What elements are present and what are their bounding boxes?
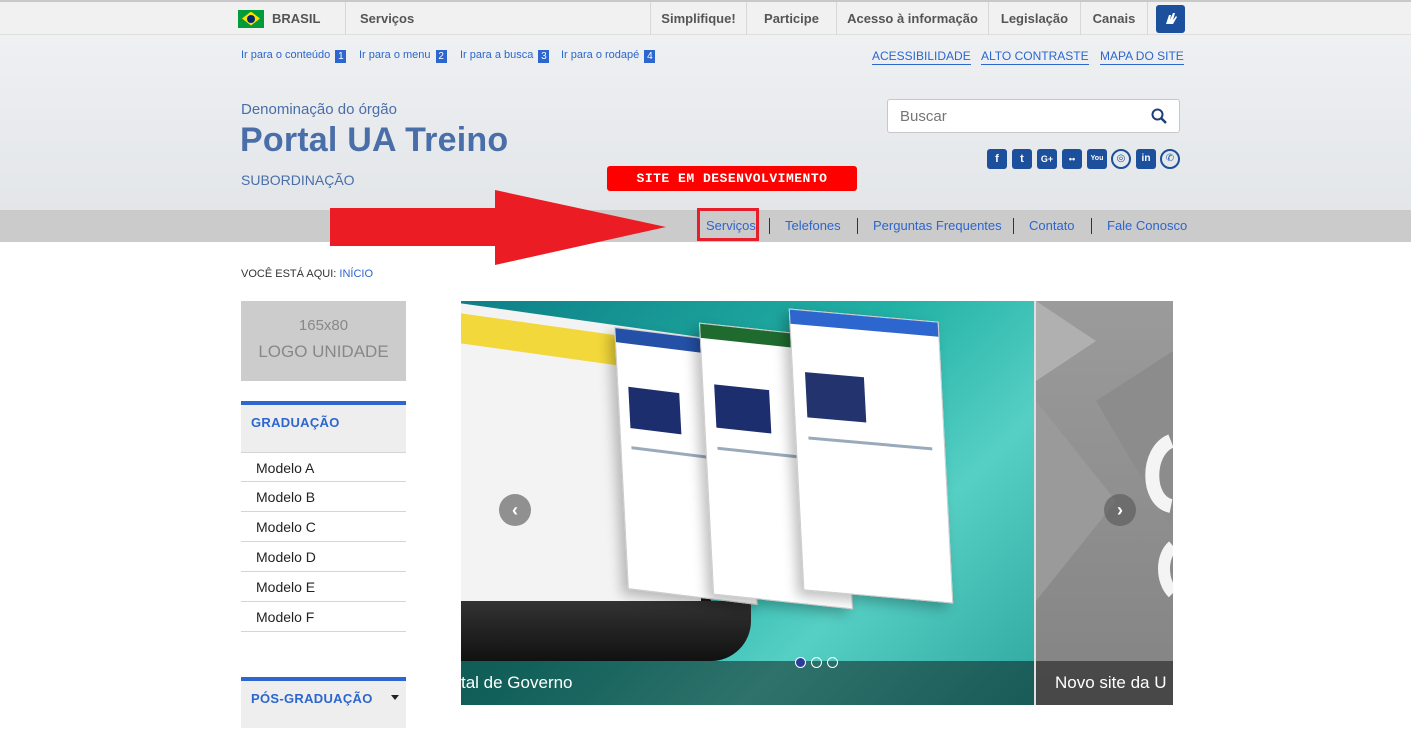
org-denomination: Denominação do órgão: [241, 101, 397, 118]
search-icon[interactable]: [1151, 108, 1167, 124]
servicos-gov-link[interactable]: Serviços: [360, 2, 420, 35]
acessibilidade-link[interactable]: ACESSIBILIDADE: [872, 49, 971, 65]
annotation-highlight-box: [697, 208, 759, 241]
brazil-flag-icon: [238, 9, 264, 28]
brasil-link[interactable]: BRASIL: [238, 2, 320, 35]
portal-title[interactable]: Portal UA Treino: [240, 121, 508, 160]
menu-section-title: PÓS-GRADUAÇÃO: [251, 691, 373, 706]
menu-section-pos-graduacao[interactable]: PÓS-GRADUAÇÃO: [241, 677, 406, 728]
divider: [769, 218, 770, 234]
brasil-label: BRASIL: [272, 11, 321, 26]
breadcrumb: VOCÊ ESTÁ AQUI: INÍCIO: [241, 268, 373, 280]
skip-link-number: 4: [644, 50, 656, 63]
menu-item-modelo-b[interactable]: Modelo B: [241, 482, 406, 512]
skip-link-label: Ir para o conteúdo: [241, 49, 331, 61]
skip-link-number: 1: [335, 50, 347, 63]
skip-link-number: 3: [538, 50, 550, 63]
facebook-icon[interactable]: f: [987, 149, 1007, 169]
carousel-dot-3[interactable]: [827, 657, 838, 668]
nav-telefones[interactable]: Telefones: [785, 210, 841, 242]
unit-logo-placeholder: 165x80 LOGO UNIDADE: [241, 301, 406, 381]
carousel-next-icon[interactable]: ›: [1104, 494, 1136, 526]
divider: [1147, 2, 1148, 35]
breadcrumb-prefix: VOCÊ ESTÁ AQUI:: [241, 268, 337, 280]
nav-perguntas-frequentes[interactable]: Perguntas Frequentes: [873, 210, 1002, 242]
caret-down-icon: [391, 695, 399, 700]
carousel-dot-1[interactable]: [795, 657, 806, 668]
site-header: Ir para o conteúdo 1 Ir para o menu 2 Ir…: [0, 35, 1411, 210]
vlibras-hands-icon[interactable]: [1156, 5, 1185, 33]
skip-to-search-link[interactable]: Ir para a busca 3: [460, 49, 550, 63]
menu-item-modelo-c[interactable]: Modelo C: [241, 512, 406, 542]
carousel-slide[interactable]: tal de Governo ‹: [461, 301, 1034, 705]
simplifique-link[interactable]: Simplifique!: [651, 2, 746, 35]
instagram-icon[interactable]: ◎: [1111, 149, 1131, 169]
menu-item-modelo-f[interactable]: Modelo F: [241, 602, 406, 632]
menu-item-modelo-d[interactable]: Modelo D: [241, 542, 406, 572]
nav-contato[interactable]: Contato: [1029, 210, 1075, 242]
whatsapp-icon[interactable]: ✆: [1160, 149, 1180, 169]
search-input[interactable]: [888, 100, 1138, 132]
menu-item-modelo-a[interactable]: Modelo A: [241, 452, 406, 482]
divider: [345, 2, 346, 35]
menu-section-title: GRADUAÇÃO: [251, 415, 340, 430]
acesso-informacao-link[interactable]: Acesso à informação: [837, 2, 988, 35]
skip-link-label: Ir para o rodapé: [561, 49, 640, 61]
twitter-icon[interactable]: t: [1012, 149, 1032, 169]
divider: [1091, 218, 1092, 234]
carousel-caption[interactable]: Novo site da U: [1036, 661, 1173, 705]
carousel-caption[interactable]: tal de Governo: [461, 661, 1034, 705]
divider: [857, 218, 858, 234]
skip-to-content-link[interactable]: Ir para o conteúdo 1: [241, 49, 347, 63]
linkedin-icon[interactable]: in: [1136, 149, 1156, 169]
skip-link-label: Ir para a busca: [460, 49, 534, 61]
divider: [1013, 218, 1014, 234]
logo-size-label: 165x80: [298, 317, 349, 334]
search-box: [887, 99, 1180, 133]
alto-contraste-link[interactable]: ALTO CONTRASTE: [981, 49, 1089, 65]
gov-top-bar: BRASIL Serviços Simplifique! Participe A…: [0, 0, 1411, 35]
org-subordination: SUBORDINAÇÃO: [241, 172, 355, 188]
logo-unit-label: LOGO UNIDADE: [258, 342, 389, 361]
breadcrumb-home-link[interactable]: INÍCIO: [339, 268, 373, 280]
mapa-do-site-link[interactable]: MAPA DO SITE: [1100, 49, 1184, 65]
participe-link[interactable]: Participe: [747, 2, 836, 35]
menu-item-modelo-e[interactable]: Modelo E: [241, 572, 406, 602]
menu-section-graduacao[interactable]: GRADUAÇÃO: [241, 401, 406, 452]
gov-top-bar-inner: BRASIL Serviços Simplifique! Participe A…: [230, 2, 1185, 35]
carousel-slide[interactable]: › Novo site da U: [1036, 301, 1173, 705]
skip-to-footer-link[interactable]: Ir para o rodapé 4: [561, 49, 656, 63]
nav-fale-conosco[interactable]: Fale Conosco: [1107, 210, 1187, 242]
skip-link-label: Ir para o menu: [359, 49, 431, 61]
website-mockup: [788, 308, 954, 604]
google-plus-icon[interactable]: G+: [1037, 149, 1057, 169]
skip-to-menu-link[interactable]: Ir para o menu 2: [359, 49, 447, 63]
youtube-icon[interactable]: You: [1087, 149, 1107, 169]
skip-link-number: 2: [435, 50, 447, 63]
carousel-dot-2[interactable]: [811, 657, 822, 668]
carousel-prev-icon[interactable]: ‹: [499, 494, 531, 526]
legislacao-link[interactable]: Legislação: [989, 2, 1080, 35]
canais-link[interactable]: Canais: [1081, 2, 1147, 35]
image-carousel: tal de Governo ‹ › Novo site da U: [461, 301, 1173, 705]
flickr-icon[interactable]: ••: [1062, 149, 1082, 169]
annotation-arrow-icon: [330, 190, 666, 265]
dev-status-badge: SITE EM DESENVOLVIMENTO: [607, 166, 857, 191]
monitor-stand-illustration: [461, 601, 751, 661]
